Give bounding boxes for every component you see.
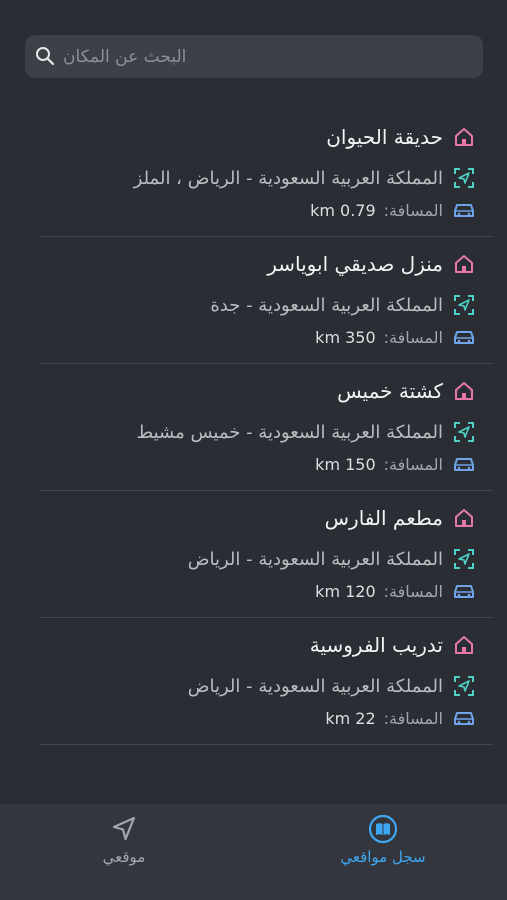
- place-address-row: المملكة العربية السعودية - خميس مشيط: [137, 419, 475, 445]
- distance-value: km 350: [315, 327, 376, 347]
- car-icon: [454, 712, 474, 725]
- location-scan-icon: [454, 422, 474, 442]
- place-address-row: المملكة العربية السعودية - الرياض: [188, 673, 475, 699]
- place-distance-row: km 22 المسافة:: [325, 705, 475, 731]
- tab-my-locations-log[interactable]: سجل مواقعي: [323, 812, 443, 882]
- distance-label: المسافة:: [383, 581, 443, 601]
- home-icon: [455, 255, 473, 273]
- car-icon: [454, 458, 474, 471]
- place-address: المملكة العربية السعودية - الرياض ، المل…: [133, 167, 443, 189]
- place-title-row: منزل صديقي ابوياسر: [267, 251, 475, 277]
- place-address-row: المملكة العربية السعودية - الرياض: [188, 546, 475, 572]
- distance-label: المسافة:: [383, 454, 443, 474]
- home-icon: [455, 509, 473, 527]
- car-icon: [454, 204, 474, 217]
- place-distance-row: km 120 المسافة:: [315, 578, 475, 604]
- place-item[interactable]: تدريب الفروسية المملكة العربية السعودية …: [40, 618, 493, 745]
- car-icon: [454, 585, 474, 598]
- tab-label: سجل مواقعي: [340, 848, 426, 866]
- distance-value: km 120: [315, 581, 376, 601]
- search-icon: [36, 47, 55, 66]
- place-address-row: المملكة العربية السعودية - الرياض ، المل…: [134, 165, 475, 191]
- place-title: منزل صديقي ابوياسر: [267, 252, 443, 276]
- place-item[interactable]: منزل صديقي ابوياسر المملكة العربية السعو…: [40, 237, 493, 364]
- location-scan-icon: [454, 168, 474, 188]
- location-scan-icon: [454, 676, 474, 696]
- search-input[interactable]: [63, 35, 313, 78]
- place-address: المملكة العربية السعودية - الرياض: [187, 675, 443, 697]
- car-icon: [454, 331, 474, 344]
- distance-value: km 22: [325, 708, 376, 728]
- place-distance-row: km 150 المسافة:: [315, 451, 475, 477]
- places-list: حديقة الحيوان المملكة العربية السعودية -…: [0, 110, 507, 745]
- place-title-row: كشتة خميس: [337, 378, 475, 404]
- location-scan-icon: [454, 295, 474, 315]
- place-title-row: تدريب الفروسية: [310, 632, 475, 658]
- place-title-row: حديقة الحيوان: [326, 124, 475, 150]
- place-address: المملكة العربية السعودية - الرياض: [187, 548, 443, 570]
- place-title: كشتة خميس: [337, 379, 443, 403]
- place-item[interactable]: حديقة الحيوان المملكة العربية السعودية -…: [40, 110, 493, 237]
- place-title-row: مطعم الفارس: [325, 505, 475, 531]
- distance-label: المسافة:: [383, 327, 443, 347]
- place-address-row: المملكة العربية السعودية - جدة: [210, 292, 475, 318]
- home-icon: [455, 636, 473, 654]
- search-bar[interactable]: [25, 35, 483, 78]
- distance-label: المسافة:: [383, 708, 443, 728]
- tab-bar: سجل مواقعي موقعي: [0, 804, 507, 900]
- navigation-arrow-icon: [112, 816, 136, 841]
- place-address: المملكة العربية السعودية - خميس مشيط: [136, 421, 443, 443]
- tab-label: موقعي: [102, 848, 146, 866]
- place-item[interactable]: مطعم الفارس المملكة العربية السعودية - ا…: [40, 491, 493, 618]
- book-icon: [368, 814, 398, 844]
- home-icon: [455, 382, 473, 400]
- place-title: حديقة الحيوان: [326, 125, 443, 149]
- location-scan-icon: [454, 549, 474, 569]
- home-icon: [455, 128, 473, 146]
- distance-value: km 150: [315, 454, 376, 474]
- place-title: تدريب الفروسية: [309, 633, 443, 657]
- place-distance-row: km 350 المسافة:: [315, 324, 475, 350]
- distance-value: km 0.79: [310, 200, 376, 220]
- place-title: مطعم الفارس: [324, 506, 443, 530]
- place-distance-row: km 0.79 المسافة:: [310, 197, 475, 223]
- place-item[interactable]: كشتة خميس المملكة العربية السعودية - خمي…: [40, 364, 493, 491]
- tab-my-location[interactable]: موقعي: [64, 812, 184, 882]
- place-address: المملكة العربية السعودية - جدة: [210, 294, 443, 316]
- distance-label: المسافة:: [383, 200, 443, 220]
